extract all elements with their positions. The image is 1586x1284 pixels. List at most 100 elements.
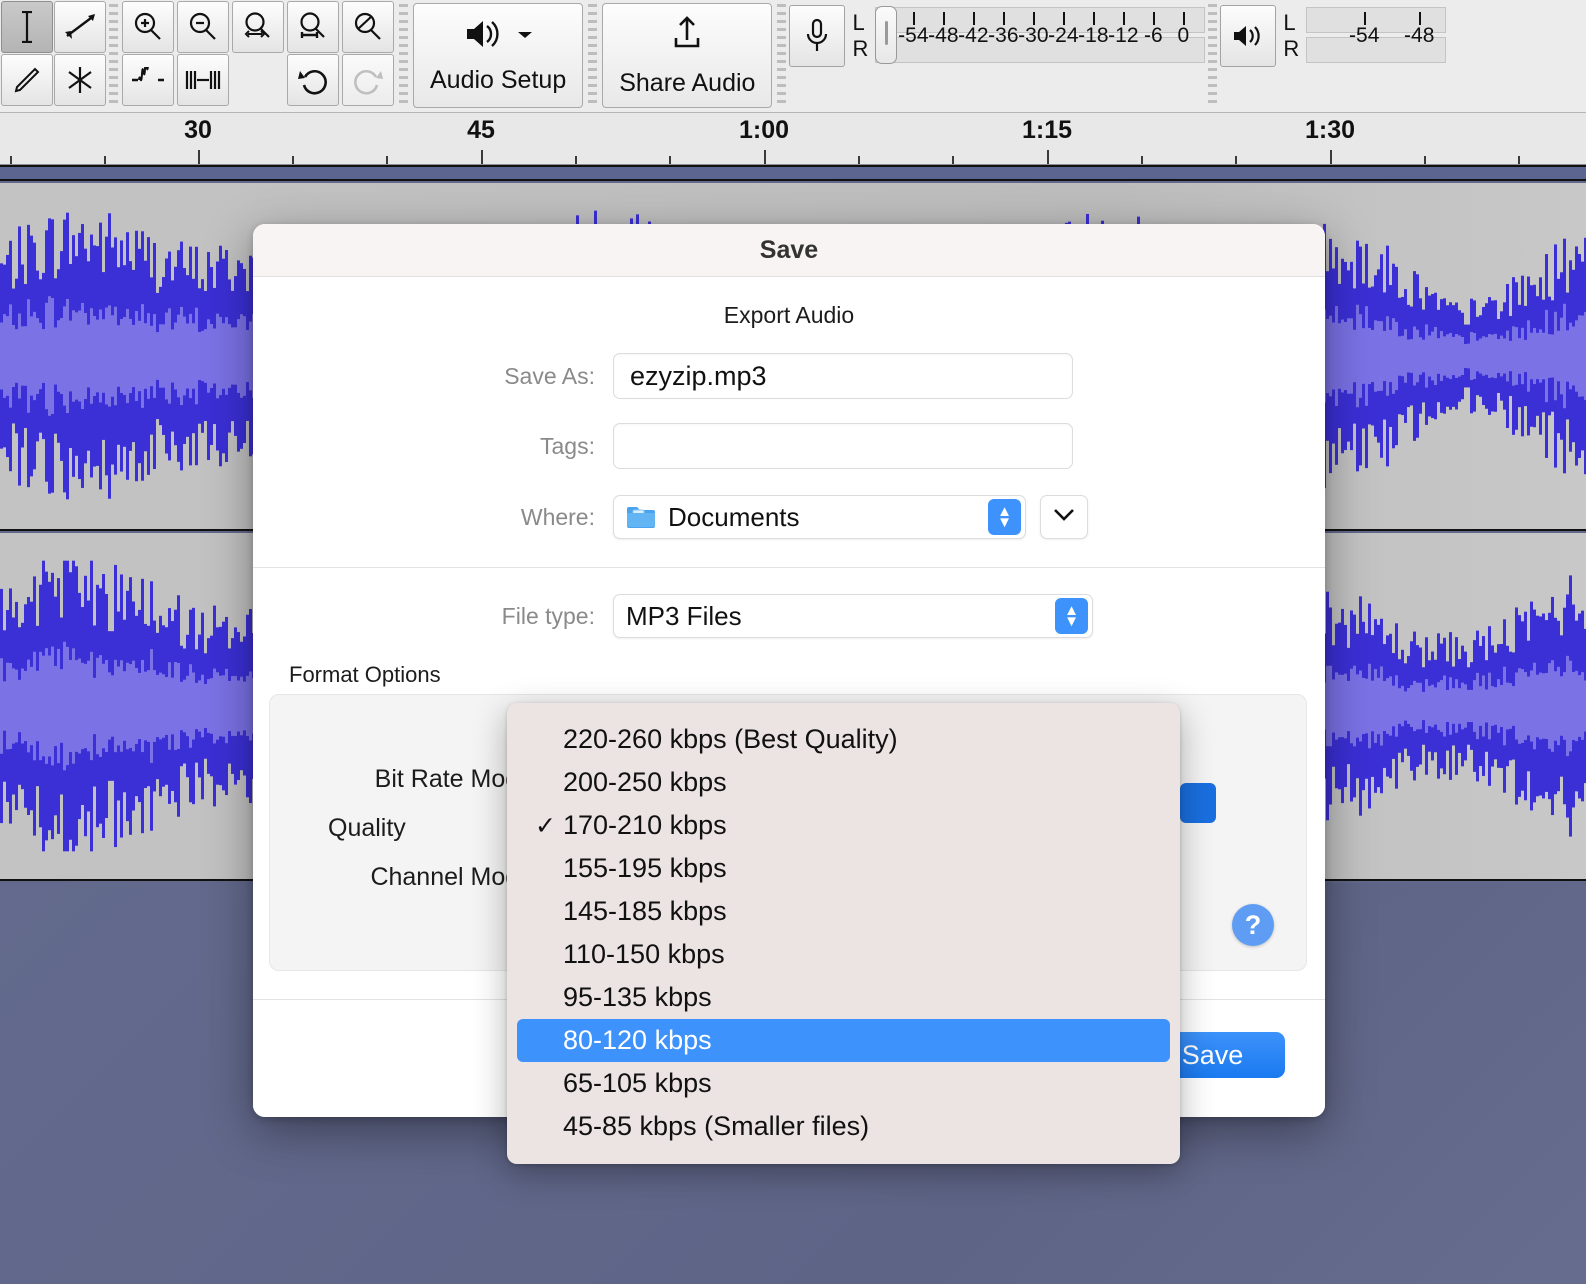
record-meter-scale[interactable]: -54 -48 -42 -36 -30 -24 -18 -12 -6 0: [875, 4, 1206, 70]
quality-menu-item[interactable]: ✓ 170-210 kbps: [517, 804, 1170, 847]
microphone-icon[interactable]: [789, 5, 846, 67]
zoom-toggle-icon-button[interactable]: [342, 1, 394, 53]
toolbar-grip-3[interactable]: [588, 4, 598, 107]
quality-label: Quality: [328, 814, 406, 842]
file-type-row: File type: MP3 Files ▲ ▼: [253, 594, 1325, 638]
file-type-label: File type:: [501, 602, 595, 629]
dialog-divider: [253, 567, 1325, 568]
toolbar-grip-2[interactable]: [399, 4, 408, 107]
trim-audio-icon-button[interactable]: [122, 54, 174, 106]
record-scale-tick: -24: [1048, 24, 1079, 47]
selection-tool-button[interactable]: [1, 1, 53, 53]
where-row: Where: Documents ▲ ▼: [253, 495, 1325, 539]
main-toolbar: Audio Setup Share Audio L R -54 -48 -42 …: [0, 0, 1586, 113]
file-type-value: MP3 Files: [626, 600, 742, 631]
where-expand-button[interactable]: [1040, 495, 1088, 539]
fit-project-icon-button[interactable]: [287, 1, 339, 53]
playback-meter-toolbar[interactable]: L R -54 -48: [1220, 3, 1447, 108]
fit-selection-icon-button[interactable]: [232, 1, 284, 53]
quality-menu-item[interactable]: 45-85 kbps (Smaller files): [517, 1105, 1170, 1148]
record-meter-thumb[interactable]: [875, 6, 898, 64]
toolbar-grip[interactable]: [109, 4, 118, 107]
ruler-label: 45: [467, 116, 495, 144]
where-value: Documents: [668, 501, 800, 532]
quality-menu-item[interactable]: 145-185 kbps: [517, 890, 1170, 933]
dialog-subtitle: Export Audio: [723, 302, 855, 328]
tools-toolbar: [0, 0, 106, 106]
multi-tool-button[interactable]: [54, 54, 106, 106]
playback-meter-right-label: R: [1283, 36, 1300, 61]
playback-meter-channels: L R: [1276, 3, 1306, 69]
toolbar-grip-5[interactable]: [1208, 4, 1218, 107]
playback-meter-left-label: L: [1283, 10, 1296, 35]
quality-menu-item[interactable]: 65-105 kbps: [517, 1062, 1170, 1105]
where-popup-button[interactable]: Documents ▲ ▼: [613, 495, 1026, 539]
ruler-label: 1:30: [1304, 116, 1356, 144]
zoom-out-icon-button[interactable]: [177, 1, 229, 53]
save-as-input[interactable]: ezyzip.mp3: [613, 353, 1073, 399]
file-type-stepper[interactable]: ▲ ▼: [1055, 598, 1088, 634]
record-scale-tick: -30: [1018, 24, 1049, 47]
zoom-in-icon-button[interactable]: [122, 1, 174, 53]
record-meter-toolbar[interactable]: L R -54 -48 -42 -36 -30 -24 -18 -12 -6 0: [789, 3, 1206, 108]
quality-menu-item[interactable]: 110-150 kbps: [517, 933, 1170, 976]
where-label: Where:: [520, 503, 595, 530]
playback-meter-scale[interactable]: -54 -48: [1306, 4, 1447, 70]
ruler-label: 1:00: [738, 116, 790, 144]
record-scale-tick: -48: [928, 24, 959, 47]
quality-menu-item-label: 220-260 kbps (Best Quality): [563, 724, 898, 754]
share-audio-button[interactable]: Share Audio: [602, 3, 773, 108]
draw-tool-button[interactable]: [1, 54, 53, 106]
file-type-popup-button[interactable]: MP3 Files ▲ ▼: [613, 594, 1093, 638]
record-scale-tick: -12: [1108, 24, 1139, 47]
quality-menu-item-label: 95-135 kbps: [563, 982, 712, 1012]
help-button[interactable]: ?: [1232, 904, 1274, 946]
timeline-ruler[interactable]: 30 45 1:00 1:15 1:30: [0, 113, 1586, 165]
tags-input[interactable]: [613, 423, 1073, 469]
record-meter-right-label: R: [852, 36, 869, 61]
dialog-titlebar: Save: [253, 224, 1325, 277]
record-scale-tick: -42: [958, 24, 989, 47]
record-scale-tick: 0: [1177, 24, 1190, 47]
playback-speaker-icon[interactable]: [1220, 5, 1277, 67]
record-meter-channels: L R: [845, 3, 875, 69]
quality-menu-item[interactable]: 200-250 kbps: [517, 761, 1170, 804]
record-scale-tick: -6: [1143, 24, 1163, 47]
app-root: Audio Setup Share Audio L R -54 -48 -42 …: [0, 0, 1586, 1284]
speaker-icon: [463, 17, 507, 56]
envelope-tool-button[interactable]: [54, 1, 106, 53]
quality-menu-item-label: 145-185 kbps: [563, 896, 727, 926]
bit-rate-mode-label: Bit Rate Mode:: [374, 765, 540, 793]
save-as-row: Save As: ezyzip.mp3: [253, 353, 1325, 399]
toolbar-grip-4[interactable]: [777, 4, 787, 107]
format-options-title: Format Options: [289, 662, 441, 687]
quality-stepper[interactable]: [1180, 783, 1216, 823]
quality-menu-item[interactable]: 95-135 kbps: [517, 976, 1170, 1019]
chevron-down-icon: [517, 27, 533, 45]
documents-folder-icon: [626, 504, 656, 530]
where-stepper[interactable]: ▲ ▼: [988, 499, 1021, 535]
share-audio-label: Share Audio: [619, 68, 756, 97]
audio-setup-button[interactable]: Audio Setup: [413, 3, 584, 108]
quality-menu-item-label: 155-195 kbps: [563, 853, 727, 883]
ruler-label: 30: [184, 116, 212, 144]
quality-menu-item-label: 110-150 kbps: [563, 939, 725, 969]
save-as-label: Save As:: [504, 362, 595, 389]
quality-menu-item-label: 45-85 kbps (Smaller files): [563, 1111, 870, 1141]
playback-scale-tick: -54: [1349, 24, 1380, 47]
selection-bar[interactable]: [0, 165, 1586, 181]
silence-audio-icon-button[interactable]: [177, 54, 229, 106]
quality-dropdown-menu[interactable]: 220-260 kbps (Best Quality) 200-250 kbps ✓…: [507, 703, 1180, 1164]
tags-row: Tags:: [253, 423, 1325, 469]
redo-icon-button[interactable]: [342, 54, 394, 106]
tags-label: Tags:: [540, 432, 595, 459]
quality-menu-item[interactable]: 155-195 kbps: [517, 847, 1170, 890]
channel-mode-label: Channel Mode:: [370, 863, 540, 891]
ruler-label: 1:15: [1021, 116, 1073, 144]
edit-toolbar: [121, 0, 396, 106]
quality-menu-item[interactable]: 220-260 kbps (Best Quality): [517, 718, 1170, 761]
record-scale-tick: -54: [898, 24, 929, 47]
undo-icon-button[interactable]: [287, 54, 339, 106]
quality-menu-item[interactable]: 80-120 kbps: [517, 1019, 1170, 1062]
